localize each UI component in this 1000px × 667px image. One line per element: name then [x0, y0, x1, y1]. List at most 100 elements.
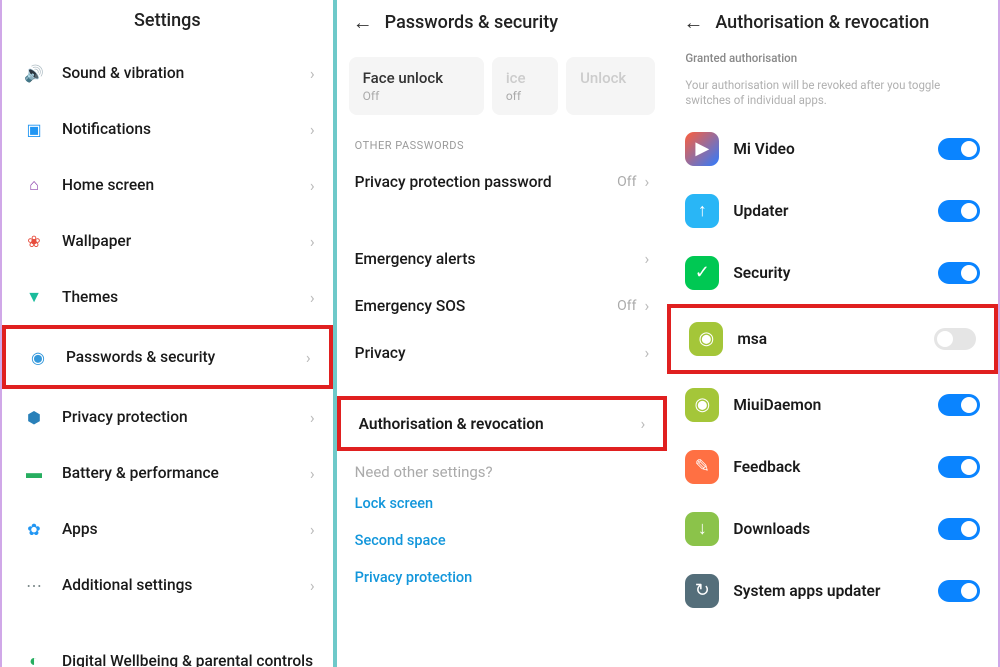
item-label: Privacy [355, 344, 645, 362]
header: ← Authorisation & revocation [667, 0, 998, 49]
privacy[interactable]: Privacy› [337, 329, 668, 376]
chevron-right-icon: › [310, 464, 315, 483]
link-lock-screen[interactable]: Lock screen [337, 485, 668, 522]
app-row-msa: ◉ msa [667, 304, 998, 374]
authorisation-revocation[interactable]: Authorisation & revocation› [337, 396, 668, 451]
app-row-mi-video: ▶Mi Video [667, 118, 998, 180]
app-row-miuidaemon: ◉ MiuiDaemon [667, 374, 998, 436]
item-label: Authorisation & revocation [359, 415, 641, 433]
back-button[interactable]: ← [683, 10, 703, 35]
chevron-right-icon: › [645, 296, 650, 315]
app-label: Feedback [733, 458, 938, 476]
section-note: Your authorisation will be revoked after… [667, 76, 998, 118]
toggle-msa[interactable] [934, 328, 976, 350]
card-sub: off [506, 89, 544, 103]
item-label: Sound & vibration [62, 64, 310, 82]
settings-item-passwords-security[interactable]: ◉ Passwords & security› [2, 325, 333, 389]
settings-item-wallpaper[interactable]: ❀Wallpaper› [2, 213, 333, 269]
miuidaemon-icon: ◉ [685, 388, 719, 422]
item-label: Privacy protection password [355, 173, 617, 191]
settings-item-notifications[interactable]: ▣Notifications› [2, 101, 333, 157]
toggle-mi-video[interactable] [938, 138, 980, 160]
toggle-miuidaemon[interactable] [938, 394, 980, 416]
chevron-right-icon: › [310, 576, 315, 595]
page-title: Passwords & security [385, 12, 558, 33]
link-second-space[interactable]: Second space [337, 522, 668, 559]
app-label: Security [733, 264, 938, 282]
home-icon: ⌂ [20, 171, 48, 199]
app-label: System apps updater [733, 582, 938, 600]
battery-icon: ▬ [20, 459, 48, 487]
chevron-right-icon: › [310, 232, 315, 251]
passwords-security-panel: ← Passwords & security Face unlock Off i… [335, 0, 668, 667]
chevron-right-icon: › [645, 172, 650, 191]
link-privacy-protection[interactable]: Privacy protection [337, 559, 668, 596]
emergency-alerts[interactable]: Emergency alerts› [337, 235, 668, 282]
header: ← Passwords & security [337, 0, 668, 49]
toggle-feedback[interactable] [938, 456, 980, 478]
card-title: Unlock [580, 69, 641, 87]
system-apps-updater-icon: ↻ [685, 574, 719, 608]
fingerprint-icon: ◉ [24, 343, 52, 371]
mi-video-icon: ▶ [685, 132, 719, 166]
back-button[interactable]: ← [353, 10, 373, 35]
card-title: ice [506, 69, 544, 87]
item-label: Digital Wellbeing & parental controls [62, 652, 315, 667]
toggle-security[interactable] [938, 262, 980, 284]
app-label: MiuiDaemon [733, 396, 938, 414]
section-header: OTHER PASSWORDS [337, 123, 668, 158]
unlock-cards: Face unlock Off ice off Unlock [349, 57, 656, 115]
item-value: Off [617, 298, 636, 314]
item-label: Emergency SOS [355, 297, 617, 315]
app-row-feedback: ✎Feedback [667, 436, 998, 498]
toggle-system-apps-updater[interactable] [938, 580, 980, 602]
app-row-system-apps-updater: ↻ System apps updater [667, 560, 998, 622]
toggle-downloads[interactable] [938, 518, 980, 540]
downloads-icon: ↓ [685, 512, 719, 546]
item-label: Emergency alerts [355, 250, 645, 268]
settings-item-additional[interactable]: ⋯ Additional settings› [2, 557, 333, 613]
item-value: Off [617, 174, 636, 190]
face-unlock-card[interactable]: Face unlock Off [349, 57, 484, 115]
app-label: msa [737, 330, 934, 348]
settings-item-home[interactable]: ⌂Home screen› [2, 157, 333, 213]
app-row-security: ✓ Security [667, 242, 998, 304]
settings-item-battery[interactable]: ▬ Battery & performance› [2, 445, 333, 501]
msa-icon: ◉ [689, 322, 723, 356]
section-header: Granted authorisation [667, 49, 998, 76]
chevron-right-icon: › [306, 348, 311, 367]
item-label: Battery & performance [62, 464, 310, 482]
chevron-right-icon: › [310, 176, 315, 195]
privacy-protection-password[interactable]: Privacy protection passwordOff › [337, 158, 668, 205]
card-title: Face unlock [363, 69, 470, 87]
chevron-right-icon: › [310, 520, 315, 539]
settings-panel: Settings 🔊Sound & vibration› ▣ Notificati… [0, 0, 335, 667]
item-label: Notifications [62, 120, 310, 138]
settings-item-apps[interactable]: ✿Apps› [2, 501, 333, 557]
settings-item-themes[interactable]: ▼Themes› [2, 269, 333, 325]
unlock-chip-2[interactable]: Unlock [566, 57, 655, 115]
notifications-icon: ▣ [20, 115, 48, 143]
settings-item-sound[interactable]: 🔊Sound & vibration› [2, 45, 333, 101]
unlock-chip-1[interactable]: ice off [492, 57, 558, 115]
more-icon: ⋯ [20, 571, 48, 599]
app-label: Updater [733, 202, 938, 220]
wellbeing-icon: ◐ [20, 647, 48, 667]
chevron-right-icon: › [641, 414, 646, 433]
app-row-updater: ↑ Updater [667, 180, 998, 242]
settings-item-privacy-protection[interactable]: ⬢Privacy protection› [2, 389, 333, 445]
emergency-sos[interactable]: Emergency SOSOff › [337, 282, 668, 329]
item-label: Privacy protection [62, 408, 310, 426]
page-title: Authorisation & revocation [715, 12, 929, 33]
toggle-updater[interactable] [938, 200, 980, 222]
settings-item-wellbeing[interactable]: ◐ Digital Wellbeing & parental controls [2, 633, 333, 667]
app-label: Downloads [733, 520, 938, 538]
item-label: Additional settings [62, 576, 310, 594]
security-icon: ✓ [685, 256, 719, 290]
item-label: Passwords & security [66, 348, 306, 366]
updater-icon: ↑ [685, 194, 719, 228]
header: Settings [2, 0, 333, 45]
shield-icon: ⬢ [20, 403, 48, 431]
app-row-downloads: ↓ Downloads [667, 498, 998, 560]
chevron-right-icon: › [310, 64, 315, 83]
